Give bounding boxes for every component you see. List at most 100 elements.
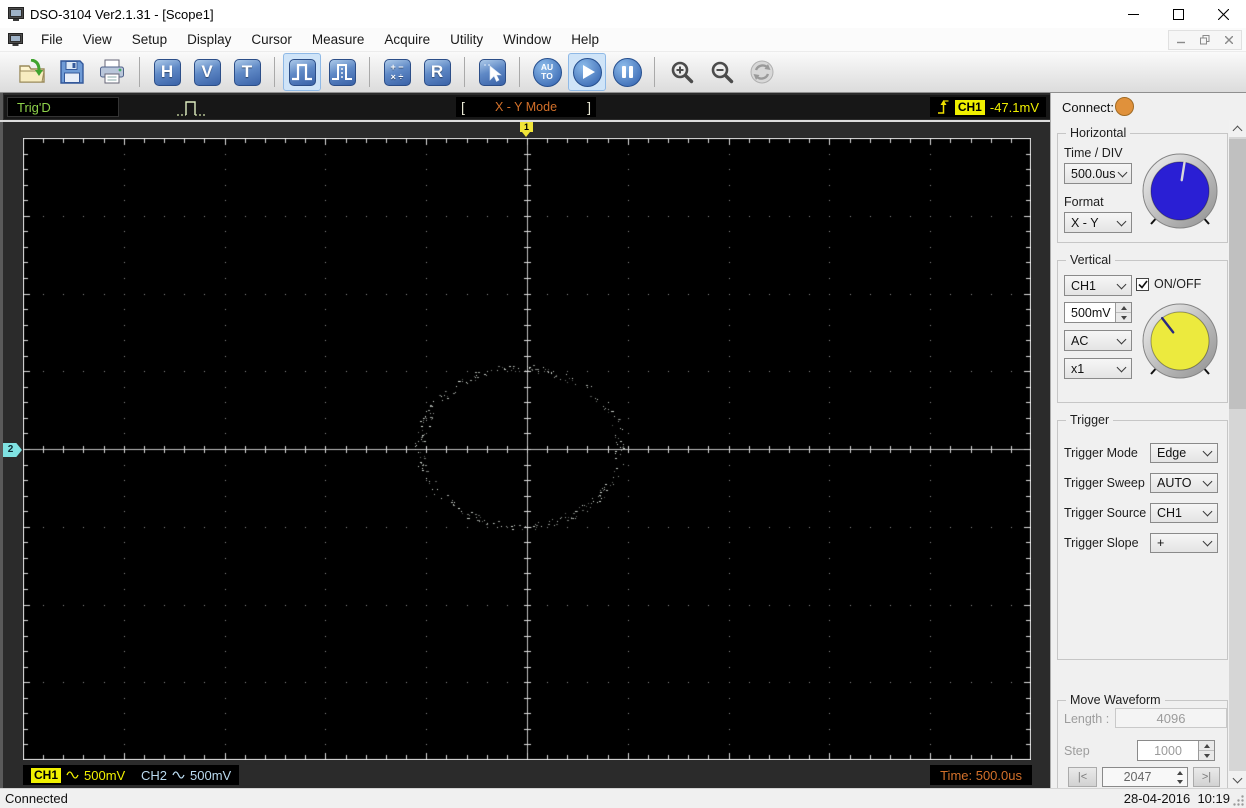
trigger-group-title: Trigger: [1066, 413, 1114, 427]
menu-cursor[interactable]: Cursor: [241, 28, 302, 52]
format-select[interactable]: X - Y: [1064, 212, 1132, 233]
channel-onoff-checkbox[interactable]: [1136, 277, 1149, 291]
trigger-source-value: CH1: [1157, 506, 1183, 520]
print-icon: [100, 59, 124, 84]
scrollbar-thumb[interactable]: [1229, 139, 1246, 409]
window-controls: [1111, 0, 1246, 28]
panel-scrollbar[interactable]: [1229, 120, 1246, 788]
scope-status-bar: Trig'D [ X - Y Mode ] CH1 -47.1mV: [4, 95, 1050, 119]
volt-div-value: 500mV: [1071, 305, 1111, 320]
coupling-select[interactable]: AC: [1064, 330, 1132, 351]
open-button[interactable]: [13, 53, 51, 91]
dso-application-window: DSO-3104 Ver2.1.31 - [Scope1] File View …: [0, 0, 1246, 808]
menu-display[interactable]: Display: [177, 28, 241, 52]
trigger-type-pulse-icon: [177, 101, 206, 116]
volt-div-spinner[interactable]: 500mV: [1064, 302, 1132, 323]
cursor-measure-button[interactable]: [473, 53, 511, 91]
spinner-arrows: [1115, 303, 1131, 322]
trigger-sweep-select[interactable]: AUTO: [1150, 473, 1218, 493]
ch2-position-marker[interactable]: 2: [3, 443, 22, 457]
menu-help[interactable]: Help: [561, 28, 609, 52]
scroll-down-button[interactable]: [1229, 771, 1246, 788]
sync-button[interactable]: [743, 53, 781, 91]
mdi-restore-button[interactable]: [1193, 31, 1217, 49]
trigger-source-select[interactable]: CH1: [1150, 503, 1218, 523]
horizontal-settings-button[interactable]: H: [148, 53, 186, 91]
save-button[interactable]: [53, 53, 91, 91]
zoom-out-button[interactable]: [703, 53, 741, 91]
mdi-close-icon: [1225, 36, 1233, 44]
maximize-button[interactable]: [1156, 0, 1201, 28]
spin-down-icon[interactable]: [1172, 777, 1187, 786]
channel-bar: CH1 500mV CH2 500mV Time: 500.0us: [0, 762, 1050, 788]
toolbar-separator: [519, 57, 520, 87]
title-bar: DSO-3104 Ver2.1.31 - [Scope1]: [0, 0, 1246, 28]
scroll-up-button[interactable]: [1229, 120, 1246, 137]
channel-value: CH1: [1071, 278, 1097, 293]
step-spinner[interactable]: 1000: [1137, 740, 1215, 761]
toolbar-separator: [654, 57, 655, 87]
menu-utility[interactable]: Utility: [440, 28, 493, 52]
mdi-minimize-button[interactable]: [1169, 31, 1193, 49]
xy-mode-label: X - Y Mode: [494, 100, 558, 114]
position-spinner[interactable]: 2047: [1102, 767, 1188, 787]
pause-icon: [612, 57, 642, 87]
pulse-waveform-button[interactable]: [283, 53, 321, 91]
ch1-position-marker[interactable]: 1: [520, 122, 533, 137]
time-div-select[interactable]: 500.0us: [1064, 163, 1132, 184]
trigger-settings-button[interactable]: T: [228, 53, 266, 91]
menu-measure[interactable]: Measure: [302, 28, 375, 52]
first-button[interactable]: |<: [1068, 767, 1097, 787]
last-button[interactable]: >|: [1193, 767, 1220, 787]
sine-coupling-icon: [66, 771, 79, 779]
minimize-icon: [1128, 13, 1139, 15]
math-button[interactable]: + − × ÷: [378, 53, 416, 91]
pause-button[interactable]: [608, 53, 646, 91]
vertical-settings-button[interactable]: V: [188, 53, 226, 91]
zoom-in-button[interactable]: [663, 53, 701, 91]
resize-grip[interactable]: [1232, 794, 1245, 807]
trigger-mode-select[interactable]: Edge: [1150, 443, 1218, 463]
spin-up-icon[interactable]: [1199, 741, 1214, 751]
menu-setup[interactable]: Setup: [122, 28, 177, 52]
menu-window[interactable]: Window: [493, 28, 561, 52]
menu-view[interactable]: View: [73, 28, 122, 52]
vertical-knob[interactable]: [1136, 299, 1224, 383]
menu-bar: File View Setup Display Cursor Measure A…: [0, 28, 1246, 52]
chevron-down-icon: [1116, 279, 1127, 289]
ch1-badge: CH1: [31, 767, 62, 783]
reference-button[interactable]: R: [418, 53, 456, 91]
horizontal-knob[interactable]: [1136, 149, 1224, 233]
toolbar: H V T + − × ÷ R AU TO: [0, 52, 1246, 93]
ch1-readout[interactable]: CH1 500mV: [23, 765, 134, 785]
spin-up-icon[interactable]: [1116, 303, 1131, 313]
spin-down-icon[interactable]: [1116, 313, 1131, 322]
ch2-readout[interactable]: CH2 500mV: [133, 765, 240, 785]
spin-down-icon[interactable]: [1199, 751, 1214, 760]
move-waveform-title: Move Waveform: [1066, 693, 1165, 707]
onoff-row: ON/OFF: [1136, 277, 1201, 291]
spin-up-icon[interactable]: [1172, 768, 1187, 777]
control-panel: Connect: Horizontal Time / DIV 500.0us F…: [1050, 93, 1246, 788]
datetime: 28-04-2016 10:19: [1123, 791, 1230, 806]
trigger-slope-value: +: [1157, 536, 1165, 550]
time-div-label: Time / DIV: [1064, 146, 1123, 160]
connect-indicator[interactable]: [1115, 97, 1134, 116]
xy-mode-indicator: [ X - Y Mode ]: [456, 97, 596, 117]
spinner-arrows: [1198, 741, 1214, 760]
run-button[interactable]: [568, 53, 606, 91]
ch2-label: CH2: [141, 767, 168, 783]
channel-select[interactable]: CH1: [1064, 275, 1132, 296]
trigger-slope-select[interactable]: +: [1150, 533, 1218, 553]
mdi-close-button[interactable]: [1217, 31, 1241, 49]
menu-acquire[interactable]: Acquire: [374, 28, 440, 52]
probe-select[interactable]: x1: [1064, 358, 1132, 379]
minimize-button[interactable]: [1111, 0, 1156, 28]
vertical-group: Vertical CH1 ON/OFF 500mV AC x1: [1057, 253, 1228, 403]
print-button[interactable]: [93, 53, 131, 91]
autoset-button[interactable]: AU TO: [528, 53, 566, 91]
close-button[interactable]: [1201, 0, 1246, 28]
trigger-channel-badge: CH1: [954, 99, 985, 115]
pulse-measure-button[interactable]: [323, 53, 361, 91]
menu-file[interactable]: File: [31, 28, 73, 52]
